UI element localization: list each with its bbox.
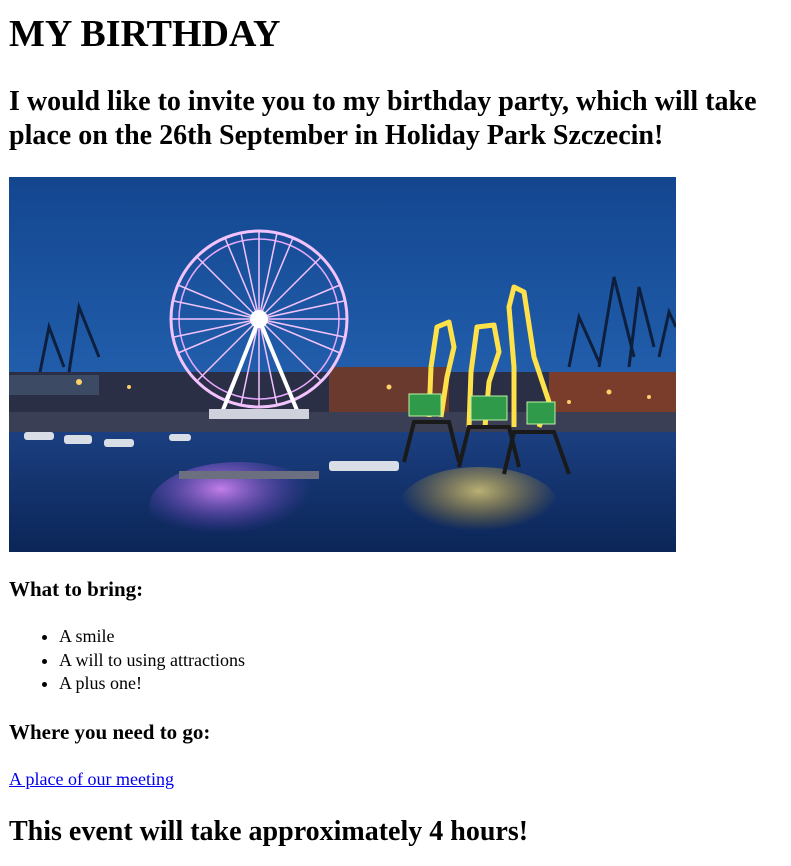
invitation-text: I would like to invite you to my birthda… <box>9 86 757 151</box>
party-venue-photo <box>9 177 676 552</box>
list-item: A will to using attractions <box>59 649 245 673</box>
bring-list: A smile A will to using attractions A pl… <box>9 625 245 696</box>
where-heading: Where you need to go: <box>9 720 211 744</box>
list-item: A smile <box>59 625 245 649</box>
page-title: MY BIRTHDAY <box>9 13 281 55</box>
meeting-place-link[interactable]: A place of our meeting <box>9 768 174 790</box>
list-item: A plus one! <box>59 672 245 696</box>
duration-text: This event will take approximately 4 hou… <box>9 816 529 847</box>
bring-heading: What to bring: <box>9 577 144 601</box>
